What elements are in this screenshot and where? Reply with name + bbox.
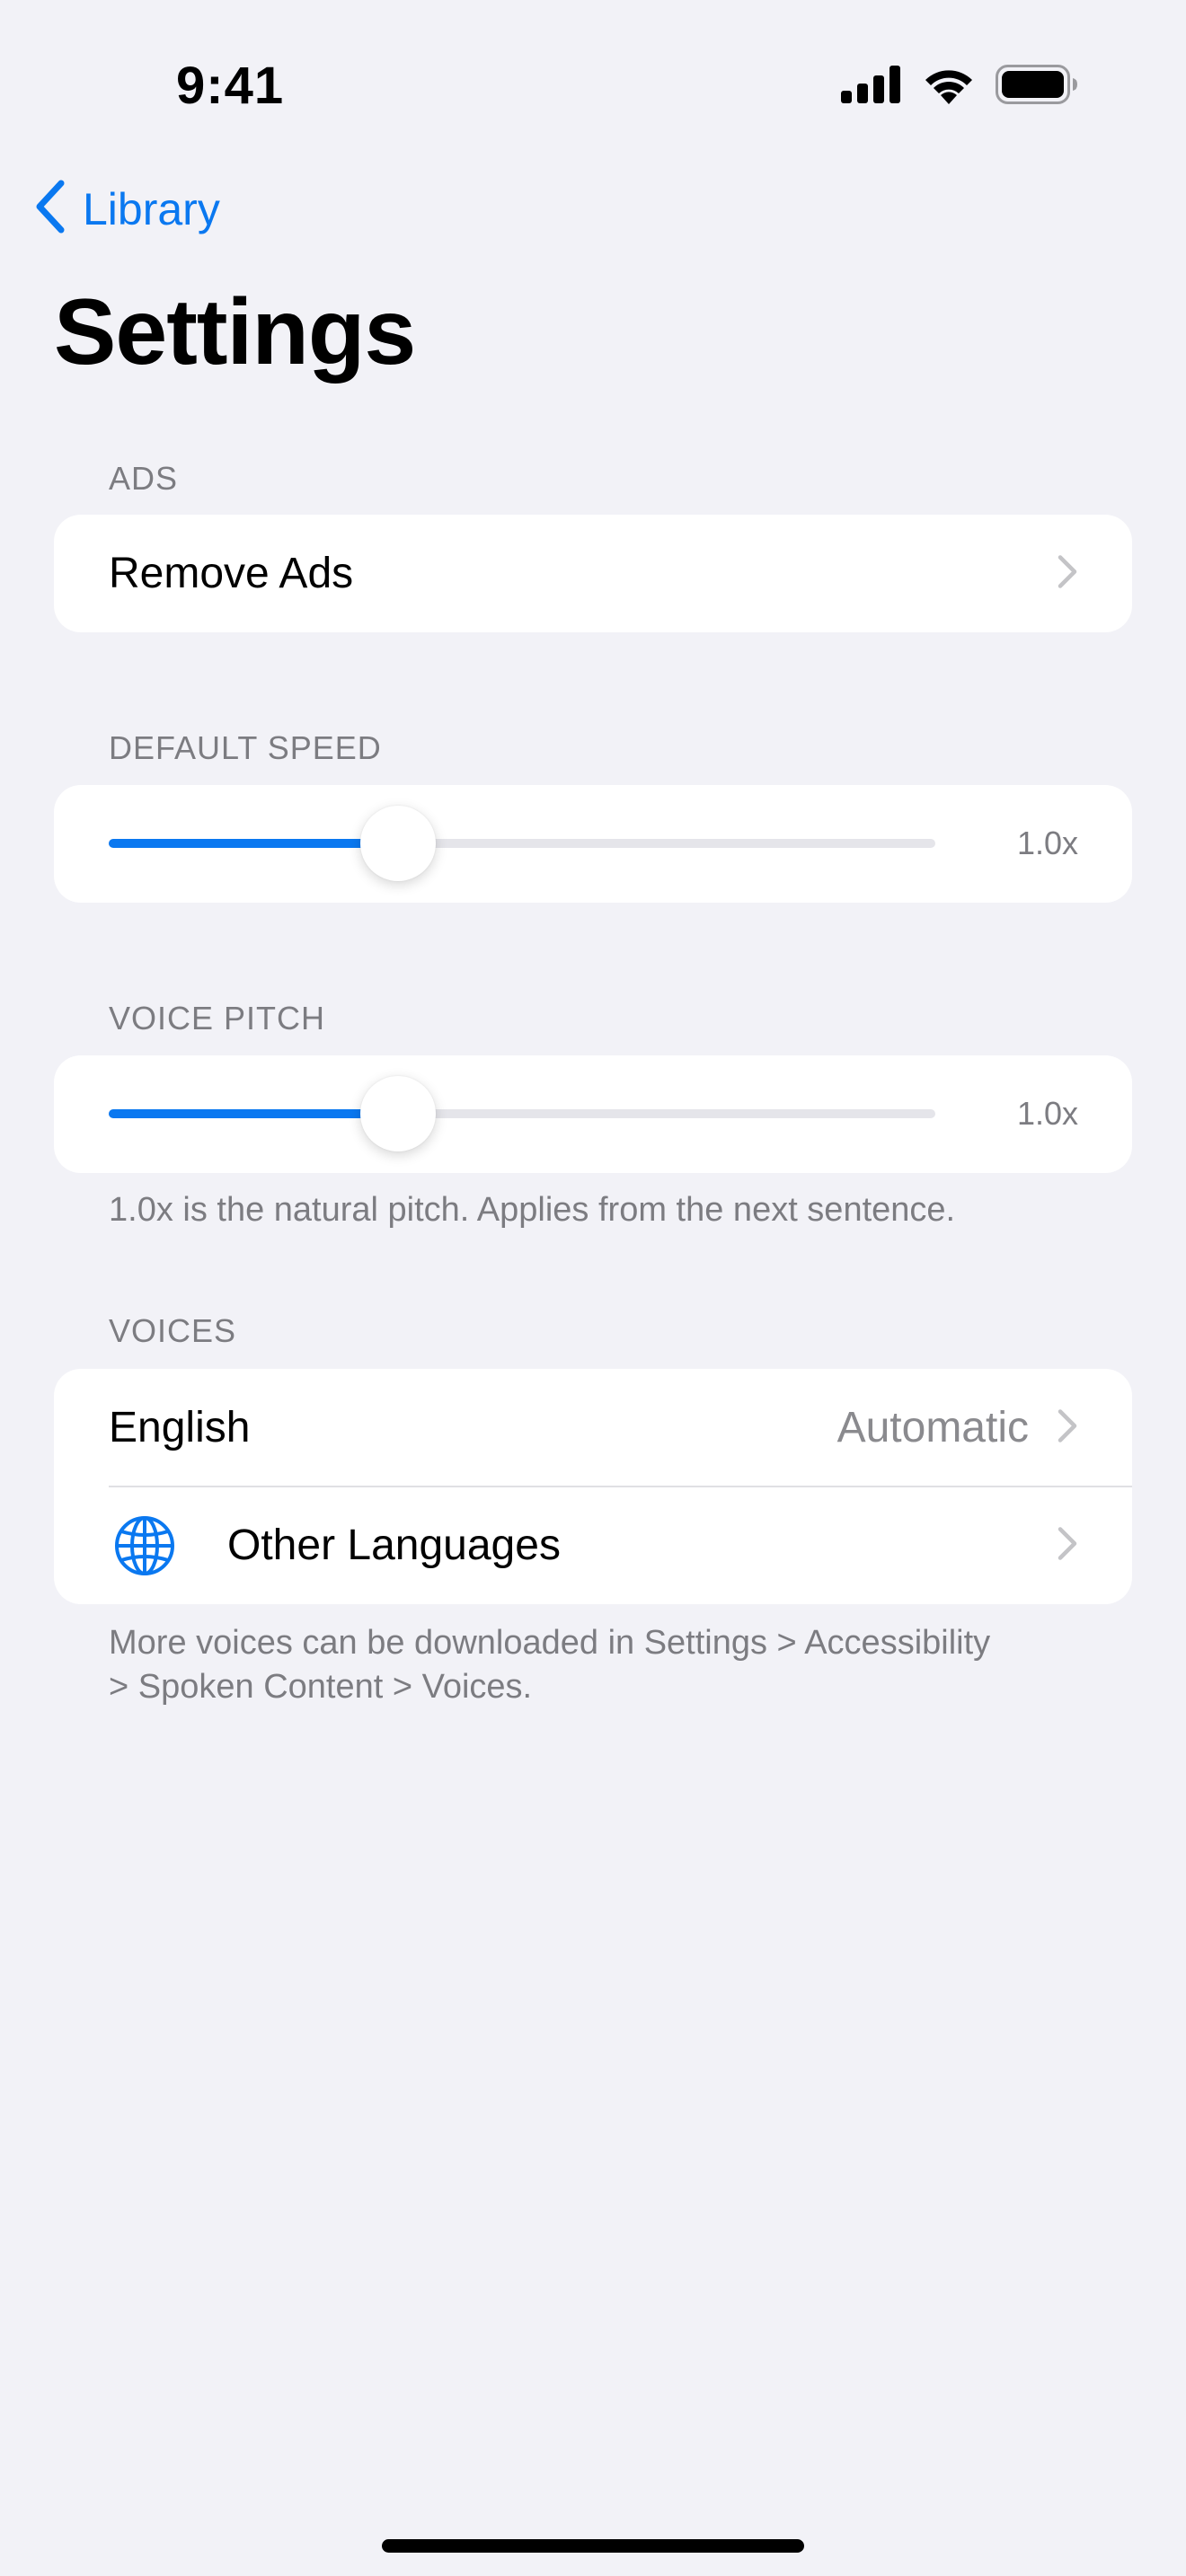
wifi-icon	[922, 65, 976, 109]
section-header-voices: VOICES	[109, 1312, 237, 1349]
english-value: Automatic	[836, 1404, 1029, 1451]
chevron-left-icon	[32, 180, 68, 238]
cellular-signal-icon	[841, 66, 902, 108]
other-languages-label: Other Languages	[227, 1522, 561, 1569]
battery-icon	[996, 65, 1078, 109]
ads-card: Remove Ads	[54, 515, 1132, 632]
default-speed-slider-fill	[109, 839, 398, 848]
chevron-right-icon	[1057, 1407, 1078, 1448]
default-speed-card: 1.0x	[54, 785, 1132, 903]
remove-ads-label: Remove Ads	[109, 550, 354, 597]
globe-icon	[113, 1514, 176, 1582]
chevron-right-icon	[1057, 553, 1078, 594]
voice-pitch-slider-thumb[interactable]	[360, 1076, 436, 1151]
home-indicator[interactable]	[382, 2539, 804, 2553]
section-header-ads: ADS	[109, 460, 179, 497]
status-bar: 9:41	[0, 0, 1186, 162]
other-languages-row[interactable]: Other Languages	[54, 1486, 1132, 1604]
section-header-voice-pitch: VOICE PITCH	[109, 1000, 326, 1037]
default-speed-value: 1.0x	[1016, 825, 1078, 861]
voice-pitch-value: 1.0x	[1016, 1095, 1078, 1132]
voices-footnote-line1: More voices can be downloaded in Setting…	[109, 1624, 991, 1662]
english-label: English	[109, 1404, 251, 1451]
status-icons	[841, 65, 1078, 109]
voice-pitch-slider-fill	[109, 1109, 398, 1118]
voices-card: English Automatic Other Languages	[54, 1369, 1132, 1604]
chevron-right-icon	[1057, 1525, 1078, 1566]
status-time: 9:41	[176, 57, 285, 115]
voices-footnote-line2: > Spoken Content > Voices.	[109, 1668, 533, 1706]
back-button[interactable]: Library	[32, 180, 220, 238]
back-label: Library	[83, 183, 220, 234]
remove-ads-row[interactable]: Remove Ads	[54, 515, 1132, 632]
voice-pitch-card: 1.0x	[54, 1055, 1132, 1173]
english-voice-row[interactable]: English Automatic	[54, 1369, 1132, 1487]
default-speed-slider-thumb[interactable]	[360, 806, 436, 881]
section-header-default-speed: DEFAULT SPEED	[109, 729, 382, 766]
voices-footnote: More voices can be downloaded in Setting…	[109, 1621, 1097, 1709]
voice-pitch-slider[interactable]	[109, 1076, 935, 1151]
voice-pitch-footnote: 1.0x is the natural pitch. Applies from …	[109, 1191, 956, 1229]
page-title: Settings	[54, 280, 416, 384]
default-speed-slider[interactable]	[109, 806, 935, 881]
